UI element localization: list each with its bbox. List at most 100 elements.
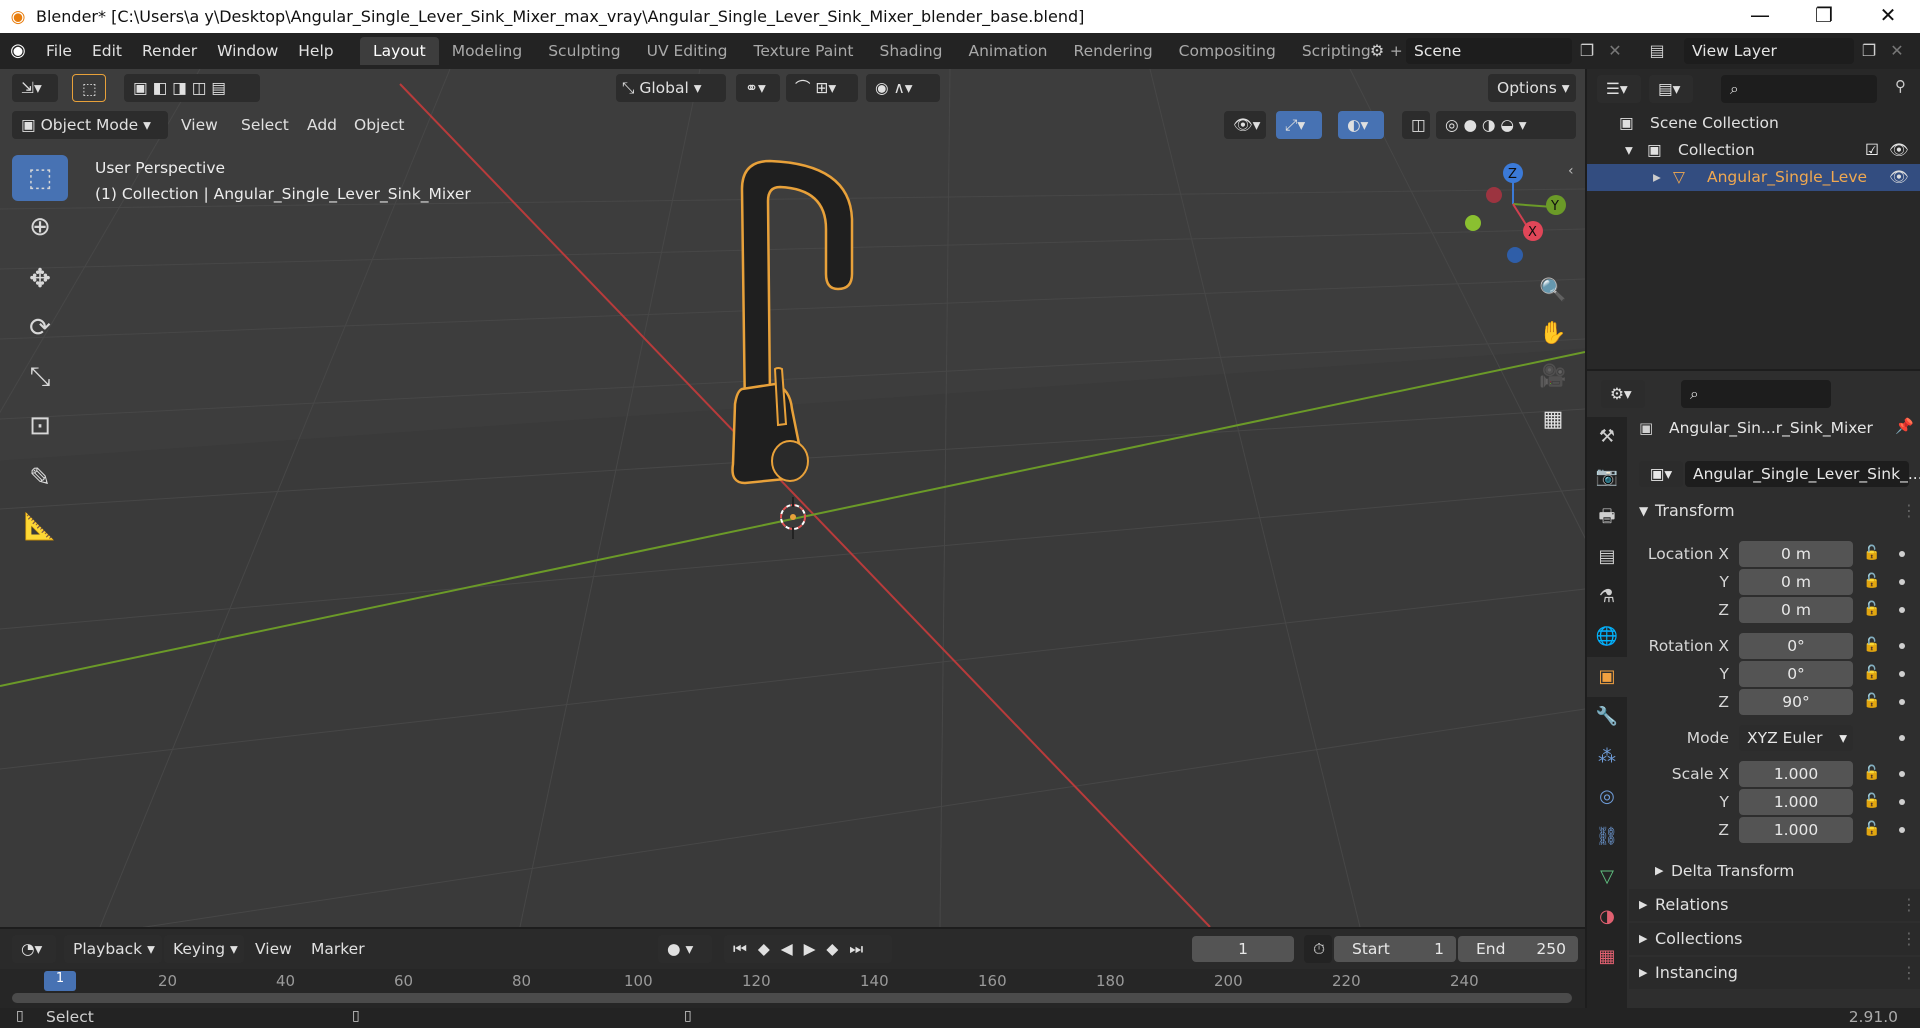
playback-menu[interactable]: Playback ▾ [64,935,162,963]
lock-icon[interactable]: 🔓 [1863,545,1880,561]
constraints-tab-icon[interactable]: ⛓ [1587,817,1627,857]
playback-controls[interactable]: ⏮ ◆ ◀ ▶ ◆ ⏭ [724,935,892,963]
view-layer-field[interactable]: View Layer [1684,38,1854,64]
data-tab-icon[interactable]: ▽ [1587,857,1627,897]
expand-arrow-icon[interactable]: ▸ [1653,164,1661,191]
physics-tab-icon[interactable]: ◎ [1587,777,1627,817]
rotation-y-field[interactable]: 0° [1739,661,1853,687]
menu-render[interactable]: Render [132,33,207,69]
world-tab-icon[interactable]: 🌐 [1587,617,1627,657]
remove-scene-icon[interactable]: ✕ [1602,38,1628,64]
pivot-point-icon[interactable]: ⚭▾ [736,74,780,102]
lock-icon[interactable]: 🔓 [1863,765,1880,781]
eye-icon[interactable]: 👁 [1889,137,1909,164]
rotation-mode-dropdown[interactable]: XYZ Euler ▾ [1739,725,1853,751]
lock-icon[interactable]: 🔓 [1863,821,1880,837]
scene-name-field[interactable]: Scene [1406,38,1572,64]
tool-tab-icon[interactable]: ⚒ [1587,417,1627,457]
selection-mode-icons[interactable]: ▣ ◧ ◨ ◫ ▤ [124,74,260,102]
current-frame-field[interactable]: 1 [1192,936,1294,962]
scale-x-field[interactable]: 1.000 [1739,761,1853,787]
scene-icon[interactable]: ⚙ [1364,38,1390,64]
output-tab-icon[interactable]: 🖶 [1587,497,1627,537]
keyframe-dot-icon[interactable] [1899,735,1905,741]
navigation-gizmo[interactable]: Z Y X [1465,163,1566,263]
display-mode-icon[interactable]: ▤▾ [1649,75,1693,103]
select-box-tool-icon[interactable]: ⬚ [12,155,68,201]
outliner-object-row[interactable]: ▸ ▽ Angular_Single_Leve 👁 [1587,164,1920,191]
playhead[interactable]: 1 [44,971,76,991]
sidebar-toggle-icon[interactable]: ‹ [1568,163,1574,179]
object-mode-dropdown[interactable]: ▣ Object Mode ▾ [12,111,168,139]
exclude-checkbox[interactable]: ☑ [1865,137,1879,164]
rotation-x-field[interactable]: 0° [1739,633,1853,659]
overlays-toggle-icon[interactable]: ◐▾ [1338,111,1384,139]
scene-tab-icon[interactable]: ⚗ [1587,577,1627,617]
view-layer-tab-icon[interactable]: ▤ [1587,537,1627,577]
cursor-tool-icon[interactable]: ⊕ [12,204,68,250]
tab-animation[interactable]: Animation [955,37,1060,65]
location-x-field[interactable]: 0 m [1739,541,1853,567]
menu-file[interactable]: File [36,33,82,69]
transform-orientation-dropdown[interactable]: ⤡ Global ▾ [616,74,726,102]
keyframe-dot-icon[interactable] [1899,579,1905,585]
modifier-tab-icon[interactable]: 🔧 [1587,697,1627,737]
tab-shading[interactable]: Shading [867,37,956,65]
annotate-tool-icon[interactable]: ✎ [12,455,68,501]
shading-mode-icons[interactable]: ◎ ● ◑ ◒ ▾ [1436,111,1576,139]
relations-panel-header[interactable]: ▶ Relations ⋮⋮ [1629,889,1920,921]
camera-view-icon[interactable]: 🎥 [1536,360,1570,394]
lock-icon[interactable]: 🔓 [1863,793,1880,809]
scale-tool-icon[interactable]: ⤡ [12,354,68,400]
xray-toggle-icon[interactable]: ◫ [1402,111,1430,139]
keyframe-dot-icon[interactable] [1899,643,1905,649]
menu-object[interactable]: Object [345,111,413,139]
tab-sculpting[interactable]: Sculpting [535,37,633,65]
pan-hand-icon[interactable]: ✋ [1536,317,1570,351]
expand-arrow-icon[interactable]: ▾ [1625,137,1633,164]
measure-tool-icon[interactable]: 📐 [12,504,68,550]
menu-select[interactable]: Select [232,111,298,139]
texture-tab-icon[interactable]: ▦ [1587,937,1627,977]
view-layer-icon[interactable]: ▤ [1644,38,1670,64]
lock-icon[interactable]: 🔓 [1863,693,1880,709]
3d-viewport[interactable]: Z Y X ⇲▾ ⬚ ▣ ◧ ◨ ◫ ▤ ⤡ Global ▾ ⚭▾ ⌒ ⊞▾ … [0,69,1585,927]
instancing-panel-header[interactable]: ▶ Instancing ⋮⋮ [1629,957,1920,989]
transform-tool-icon[interactable]: ⊡ [12,403,68,449]
timeline-view-menu[interactable]: View [246,935,301,963]
new-scene-icon[interactable]: ❐ [1574,38,1600,64]
pin-icon[interactable]: 📌 [1895,417,1914,435]
tab-uv-editing[interactable]: UV Editing [634,37,741,65]
editor-type-icon[interactable]: ◔▾ [12,935,56,963]
transform-panel-header[interactable]: ▼ Transform ⋮⋮ [1629,495,1920,527]
timeline-ruler[interactable]: 1 20 40 60 80 100 120 140 160 180 200 22… [0,969,1585,1008]
outliner-editor-type-icon[interactable]: ☰▾ [1597,75,1641,103]
particles-tab-icon[interactable]: ⁂ [1587,737,1627,777]
lock-icon[interactable]: 🔓 [1863,637,1880,653]
gizmo-toggle-icon[interactable]: ⤢▾ [1276,111,1322,139]
outliner-collection[interactable]: ▾ ▣ Collection ☑ 👁 [1587,137,1920,164]
keyframe-dot-icon[interactable] [1899,671,1905,677]
transform-pivot-dropdown[interactable]: ⇲▾ [12,74,58,102]
object-tab-icon[interactable]: ▣ [1587,657,1627,697]
snap-icon[interactable]: ⌒ ⊞▾ [786,74,858,102]
drag-handle-icon[interactable]: ⋮⋮ [1901,495,1920,527]
keyframe-dot-icon[interactable] [1899,607,1905,613]
rotate-tool-icon[interactable]: ⟳ [12,305,68,351]
drag-handle-icon[interactable]: ⋮⋮ [1901,957,1920,989]
drag-handle-icon[interactable]: ⋮⋮ [1901,923,1920,955]
keyframe-dot-icon[interactable] [1899,699,1905,705]
visibility-icon[interactable]: 👁▾ [1224,111,1266,139]
delta-transform-subpanel[interactable]: ▶ Delta Transform [1629,855,1920,887]
move-tool-icon[interactable]: ✥ [12,256,68,302]
remove-view-layer-icon[interactable]: ✕ [1884,38,1910,64]
rotation-z-field[interactable]: 90° [1739,689,1853,715]
zoom-icon[interactable]: 🔍 [1536,274,1570,308]
minimize-button[interactable]: — [1728,0,1792,33]
collections-panel-header[interactable]: ▶ Collections ⋮⋮ [1629,923,1920,955]
start-frame-field[interactable]: Start 1 [1334,936,1456,962]
lock-icon[interactable]: 🔓 [1863,573,1880,589]
object-browse-icon[interactable]: ▣▾ [1639,461,1683,487]
lock-icon[interactable]: 🔓 [1863,601,1880,617]
auto-keying-icon[interactable]: ● ▾ [658,935,712,963]
